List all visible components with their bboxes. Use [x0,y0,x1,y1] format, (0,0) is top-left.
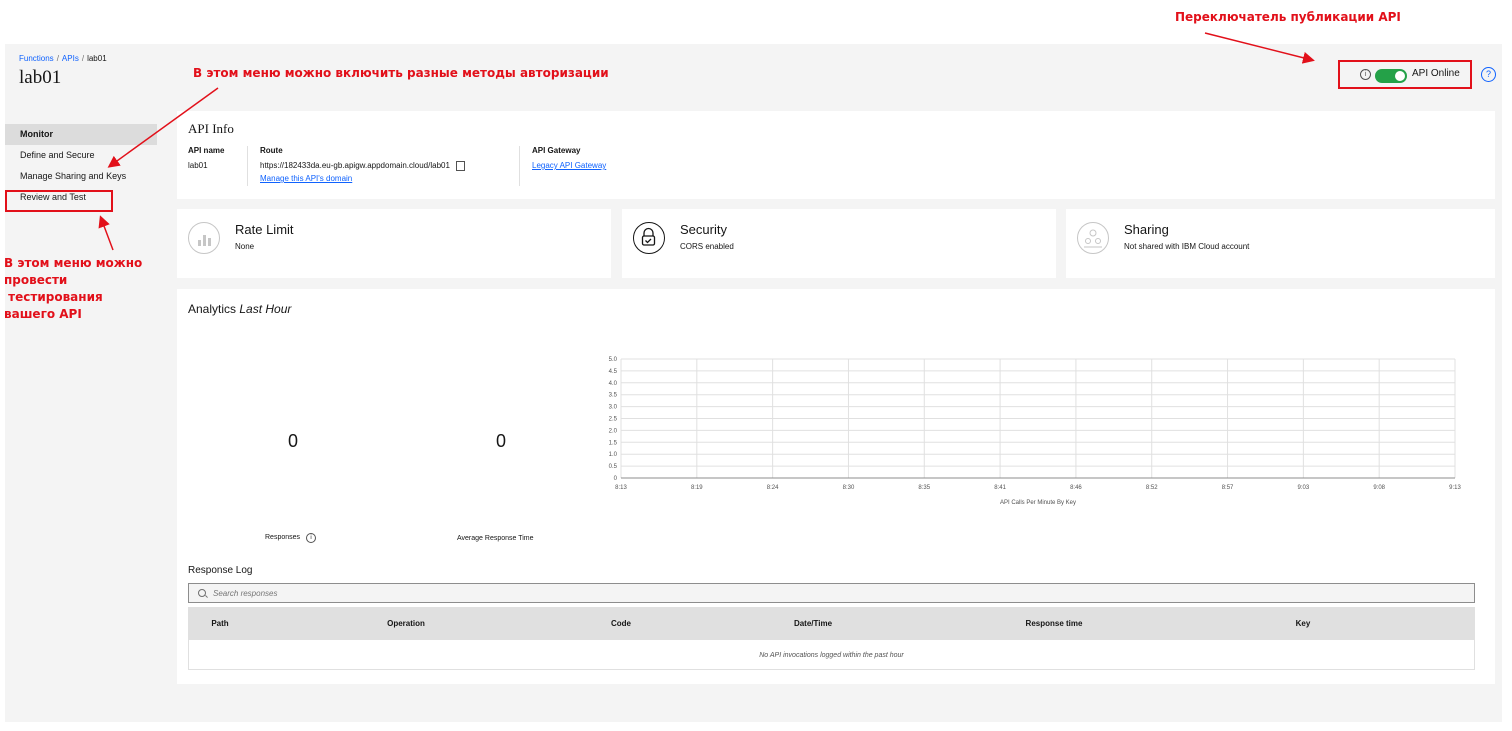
annotation-test-line: вашего API [4,307,82,321]
annotation-test-line: тестирования [4,290,103,304]
annotation-test: В этом меню можно провести тестирования ва… [4,255,142,323]
annotation-test-line: В этом меню можно [4,256,143,270]
annotation-menu: В этом меню можно включить разные методы… [193,66,609,80]
annotation-test-line: провести [4,273,68,287]
annotation-toggle: Переключатель публикации API [1175,10,1401,24]
annotation-arrows [98,32,1315,251]
